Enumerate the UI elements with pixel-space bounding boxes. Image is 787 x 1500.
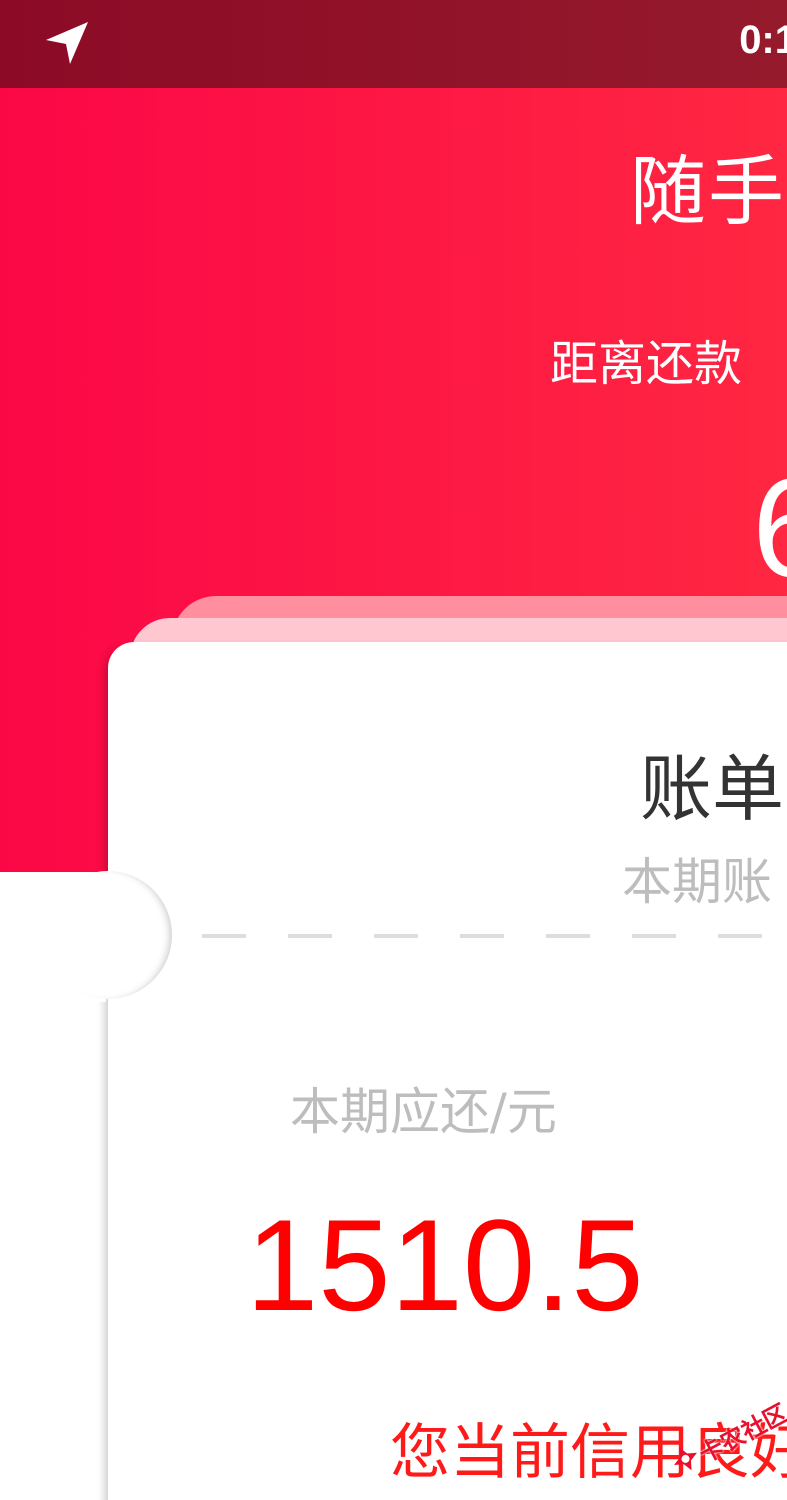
bill-title: 账单	[640, 747, 785, 831]
countdown-label: 距离还款	[550, 336, 743, 392]
status-bar: 0:1	[0, 0, 787, 88]
amount-due-value: 1510.5	[246, 1192, 644, 1338]
countdown-days: 6	[752, 458, 787, 598]
app-screen: 0:1 随手 距离还款 6 账单 本期账 本期应还/元 1510.5 您当前信用…	[0, 0, 787, 1500]
status-time: 0:1	[739, 18, 787, 62]
bill-subtitle: 本期账	[622, 853, 772, 911]
ticket-notch	[44, 871, 172, 999]
navigation-arrow-icon	[46, 22, 88, 64]
dashed-divider	[202, 934, 787, 938]
page-title: 随手	[630, 147, 786, 236]
amount-due-label: 本期应还/元	[290, 1083, 557, 1141]
